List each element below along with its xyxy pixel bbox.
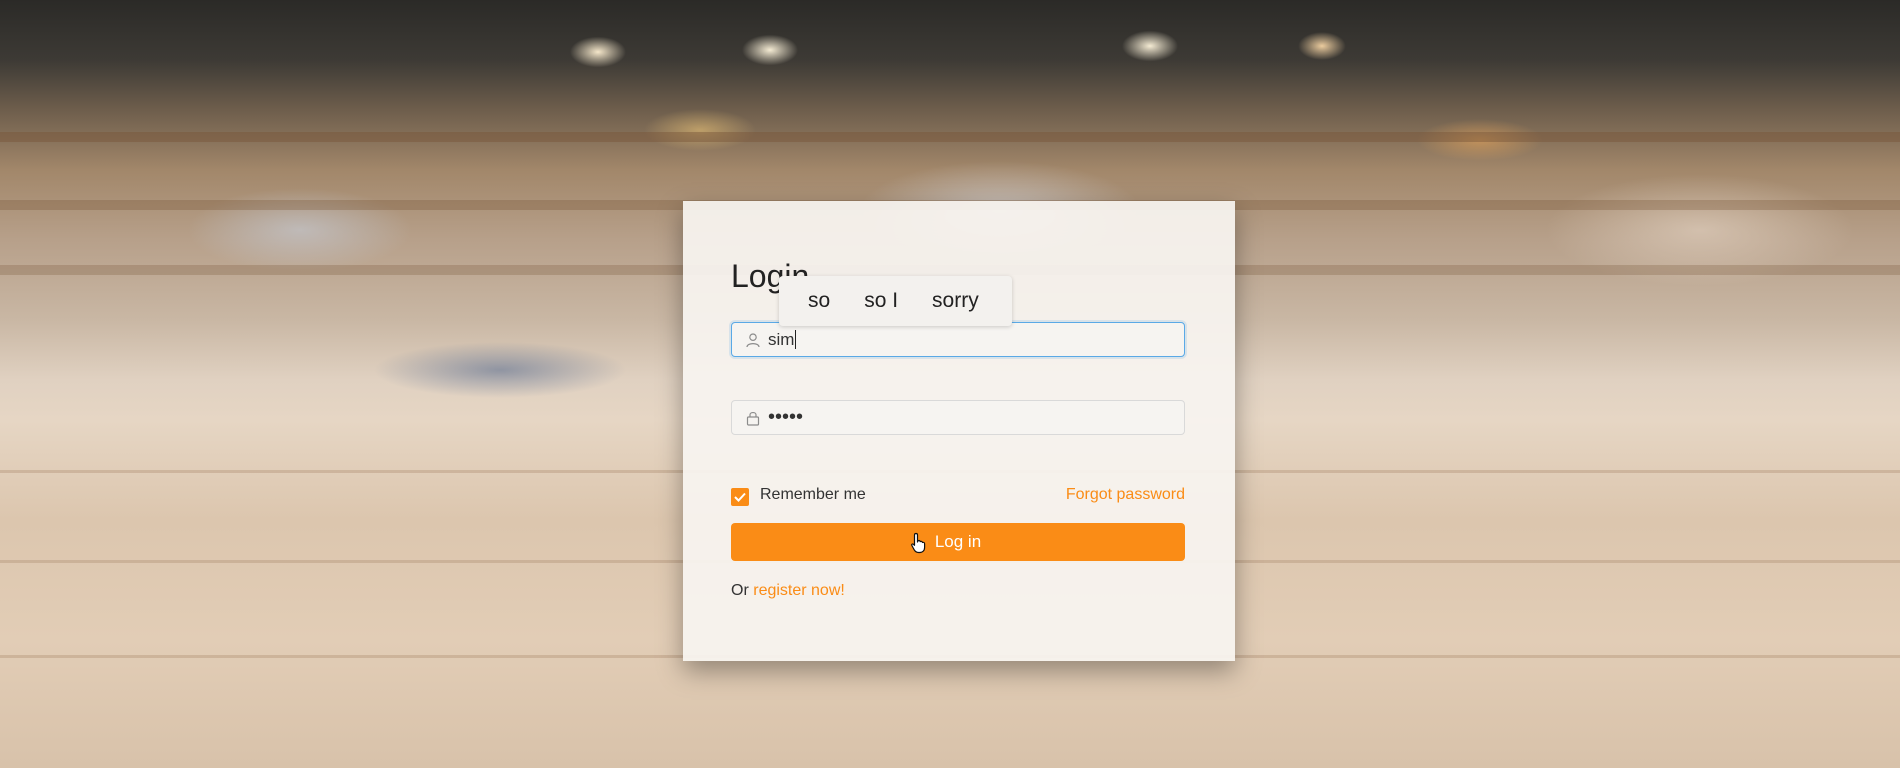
username-field[interactable]: sim bbox=[731, 322, 1185, 357]
hand-pointer-icon bbox=[911, 532, 926, 554]
checkmark-icon bbox=[734, 492, 746, 502]
remember-me-label[interactable]: Remember me bbox=[760, 486, 866, 504]
lock-icon bbox=[745, 410, 761, 426]
suggestion-item[interactable]: sorry bbox=[915, 289, 996, 313]
register-row: Or register now! bbox=[731, 582, 845, 600]
login-card: Login sim ••••• Remember me Forgot passw… bbox=[683, 201, 1235, 661]
username-value[interactable]: sim bbox=[768, 330, 794, 350]
remember-me-checkbox[interactable] bbox=[731, 488, 749, 506]
register-now-link[interactable]: register now! bbox=[753, 582, 845, 599]
text-caret bbox=[795, 330, 797, 349]
autocomplete-suggestions: so so I sorry bbox=[779, 276, 1012, 326]
register-prefix: Or bbox=[731, 582, 749, 599]
user-icon bbox=[745, 332, 761, 348]
suggestion-item[interactable]: so I bbox=[847, 289, 915, 313]
background-shelf-band bbox=[0, 132, 1900, 142]
password-masked-value[interactable]: ••••• bbox=[768, 406, 803, 429]
forgot-password-link[interactable]: Forgot password bbox=[1066, 486, 1185, 504]
password-field[interactable]: ••••• bbox=[731, 400, 1185, 435]
login-button-label: Log in bbox=[934, 532, 982, 551]
login-button[interactable]: Log in bbox=[731, 523, 1185, 561]
suggestion-item[interactable]: so bbox=[791, 289, 847, 313]
